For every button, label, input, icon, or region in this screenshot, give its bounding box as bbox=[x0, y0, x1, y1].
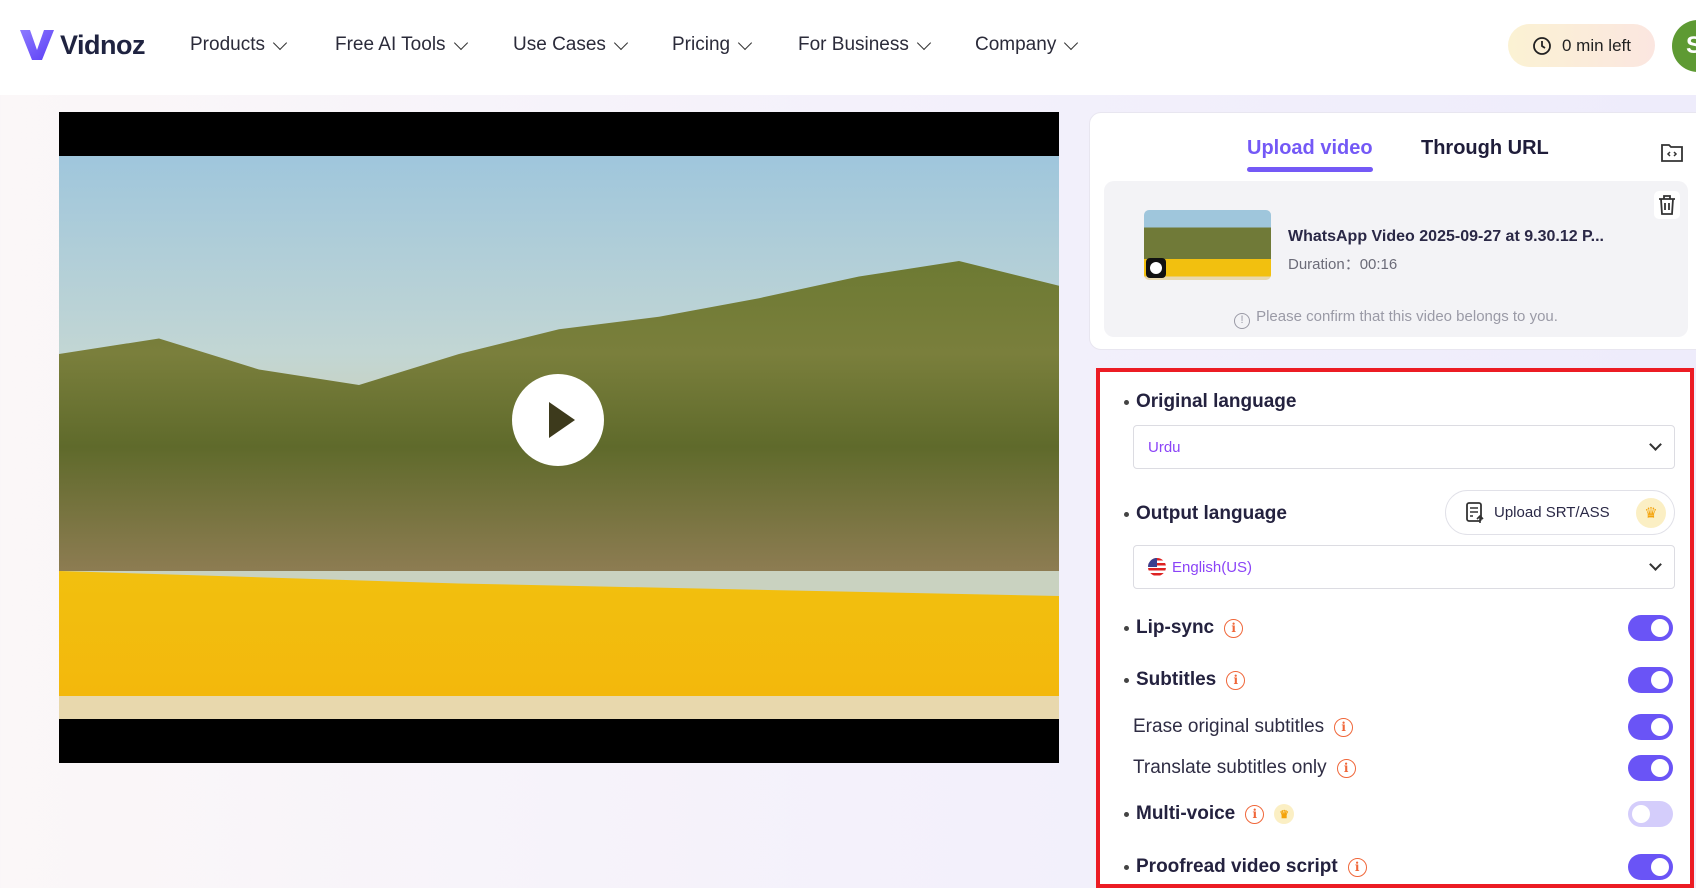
file-duration: Duration：00:16 bbox=[1288, 256, 1398, 273]
folder-code-icon[interactable] bbox=[1660, 141, 1684, 163]
bullet bbox=[1124, 399, 1129, 405]
nav-label: For Business bbox=[798, 34, 909, 55]
clock-icon bbox=[1533, 36, 1551, 55]
nav-pricing[interactable]: Pricing bbox=[672, 34, 753, 56]
label: Subtitles bbox=[1136, 669, 1217, 690]
erase-subtitles-label: Erase original subtitles i bbox=[1133, 716, 1354, 738]
upload-srt-label: Upload SRT/ASS bbox=[1494, 504, 1610, 521]
original-language-label: Original language bbox=[1124, 391, 1296, 413]
notice-text: Please confirm that this video belongs t… bbox=[1256, 308, 1558, 325]
multi-voice-label: Multi-voice i ♛ bbox=[1124, 803, 1295, 825]
label: Multi-voice bbox=[1136, 803, 1236, 824]
lip-sync-label: Lip-sync i bbox=[1124, 617, 1244, 639]
play-button[interactable] bbox=[512, 374, 604, 466]
delete-button[interactable] bbox=[1654, 191, 1680, 219]
subtitle-file-upload-icon bbox=[1466, 501, 1484, 523]
chevron-down-icon bbox=[1649, 438, 1662, 451]
video-player[interactable] bbox=[59, 112, 1059, 763]
translate-subtitles-only-toggle[interactable] bbox=[1628, 755, 1673, 781]
nav-for-business[interactable]: For Business bbox=[798, 34, 931, 56]
bullet bbox=[1124, 511, 1129, 517]
vidnoz-logo-icon bbox=[20, 30, 54, 60]
bullet bbox=[1124, 811, 1129, 817]
nav-free-ai-tools[interactable]: Free AI Tools bbox=[335, 34, 468, 56]
label: Output language bbox=[1136, 503, 1287, 524]
info-icon[interactable]: i bbox=[1224, 618, 1244, 638]
header: Vidnoz Products Free AI Tools Use Cases … bbox=[0, 0, 1696, 95]
us-flag-icon bbox=[1148, 558, 1166, 576]
info-icon[interactable]: i bbox=[1226, 670, 1246, 690]
info-icon[interactable]: i bbox=[1334, 717, 1354, 737]
nav-label: Use Cases bbox=[513, 34, 606, 55]
tab-upload-video[interactable]: Upload video bbox=[1247, 137, 1373, 172]
video-thumbnail[interactable] bbox=[1144, 210, 1271, 280]
proofread-script-toggle[interactable] bbox=[1628, 854, 1673, 880]
ownership-notice: ! Please confirm that this video belongs … bbox=[1104, 308, 1688, 329]
multi-voice-toggle[interactable] bbox=[1628, 801, 1673, 827]
proofread-script-label: Proofread video script i bbox=[1124, 856, 1367, 878]
crown-icon: ♛ bbox=[1636, 497, 1666, 528]
nav-label: Products bbox=[190, 34, 265, 55]
info-icon[interactable]: i bbox=[1347, 857, 1367, 877]
label: Original language bbox=[1136, 391, 1297, 412]
chevron-down-icon bbox=[1649, 558, 1662, 571]
label: Proofread video script bbox=[1136, 856, 1338, 877]
video-wall bbox=[59, 571, 1059, 696]
erase-subtitles-toggle[interactable] bbox=[1628, 714, 1673, 740]
chevron-down-icon bbox=[272, 35, 288, 50]
tab-through-url[interactable]: Through URL bbox=[1421, 137, 1549, 160]
chevron-down-icon bbox=[738, 35, 753, 50]
original-language-select[interactable]: Urdu bbox=[1133, 425, 1675, 469]
translation-settings: Original language Urdu Output language U… bbox=[1096, 368, 1694, 888]
selected-value: English(US) bbox=[1172, 558, 1253, 576]
trash-icon bbox=[1659, 195, 1675, 215]
logo-text: Vidnoz bbox=[60, 29, 146, 60]
selected-value: Urdu bbox=[1148, 438, 1181, 456]
subtitles-label: Subtitles i bbox=[1124, 669, 1246, 691]
output-language-label: Output language bbox=[1124, 503, 1287, 525]
chevron-down-icon bbox=[916, 35, 931, 50]
nav-company[interactable]: Company bbox=[975, 34, 1079, 56]
subtitles-toggle[interactable] bbox=[1628, 667, 1673, 693]
notice-icon: ! bbox=[1234, 313, 1251, 329]
time-left-text: 0 min left bbox=[1562, 35, 1631, 55]
upload-srt-button[interactable]: Upload SRT/ASS ♛ bbox=[1445, 490, 1675, 535]
lip-sync-toggle[interactable] bbox=[1628, 615, 1673, 641]
label: Lip-sync bbox=[1136, 617, 1215, 638]
nav-label: Company bbox=[975, 34, 1057, 55]
video-ground bbox=[59, 696, 1059, 719]
logo[interactable]: Vidnoz bbox=[18, 26, 146, 64]
label: Erase original subtitles bbox=[1133, 716, 1325, 737]
file-name: WhatsApp Video 2025-09-27 at 9.30.12 P..… bbox=[1288, 228, 1604, 245]
bullet bbox=[1124, 864, 1129, 870]
play-icon bbox=[1146, 258, 1166, 278]
output-language-select[interactable]: English(US) bbox=[1133, 545, 1675, 589]
chevron-down-icon bbox=[613, 35, 628, 50]
upload-card: Upload video Through URL WhatsApp Video … bbox=[1089, 112, 1696, 350]
time-left-badge[interactable]: 0 min left bbox=[1508, 24, 1655, 67]
bullet bbox=[1124, 625, 1129, 631]
info-icon[interactable]: i bbox=[1245, 804, 1265, 824]
nav-label: Pricing bbox=[672, 34, 731, 55]
chevron-down-icon bbox=[453, 35, 468, 50]
nav-label: Free AI Tools bbox=[335, 34, 446, 55]
avatar[interactable]: S bbox=[1672, 20, 1696, 72]
chevron-down-icon bbox=[1064, 35, 1079, 50]
info-icon[interactable]: i bbox=[1336, 758, 1356, 778]
label: Translate subtitles only bbox=[1133, 757, 1327, 778]
crown-icon: ♛ bbox=[1274, 804, 1295, 824]
nav-products[interactable]: Products bbox=[190, 34, 288, 56]
nav-use-cases[interactable]: Use Cases bbox=[513, 34, 628, 56]
bullet bbox=[1124, 677, 1129, 683]
translate-subtitles-only-label: Translate subtitles only i bbox=[1133, 757, 1356, 779]
uploaded-file: WhatsApp Video 2025-09-27 at 9.30.12 P..… bbox=[1104, 181, 1688, 337]
